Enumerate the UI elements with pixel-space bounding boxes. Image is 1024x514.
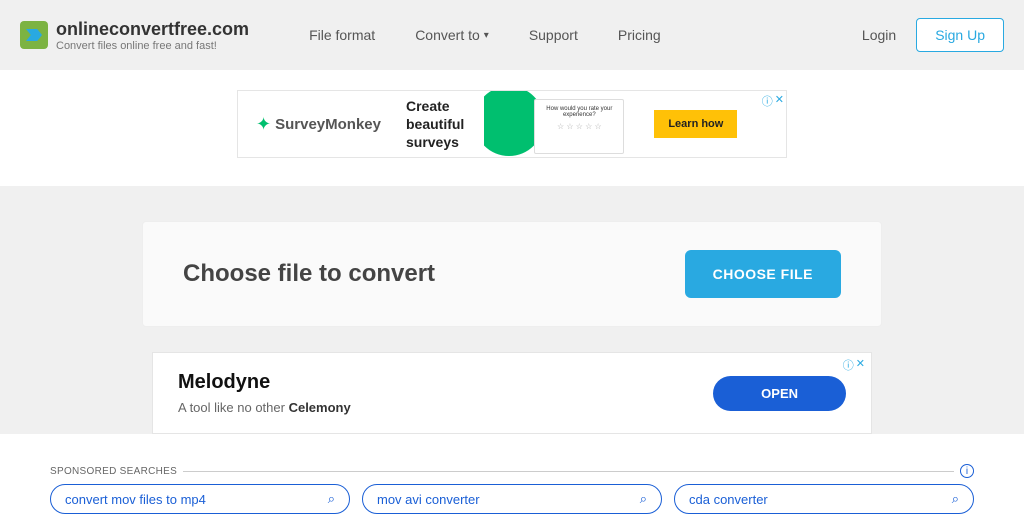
- nav-convert-to-label: Convert to: [415, 27, 480, 43]
- ad2-title: Melodyne: [178, 371, 351, 394]
- ad-close-icon[interactable]: ✕: [775, 93, 784, 109]
- ad2-subtitle: A tool like no other Celemony: [178, 400, 351, 415]
- ad2-close-controls: ⓘ ✕: [843, 357, 865, 373]
- chevron-down-icon: ▾: [484, 30, 489, 41]
- ad2-text: Melodyne A tool like no other Celemony: [178, 371, 351, 415]
- ad-info-icon[interactable]: ⓘ: [762, 93, 773, 109]
- search-icon: ⌕: [640, 491, 647, 507]
- upload-card: Choose file to convert CHOOSE FILE: [142, 221, 882, 327]
- brand-tagline: Convert files online free and fast!: [56, 40, 249, 52]
- ad-headline: Create beautiful surveys: [406, 97, 464, 152]
- nav-file-format[interactable]: File format: [309, 27, 375, 43]
- header: onlineconvertfree.com Convert files onli…: [0, 0, 1024, 70]
- ad-brand-logo: ✦ SurveyMonkey: [256, 114, 381, 135]
- main-section: Choose file to convert CHOOSE FILE ⓘ ✕ M…: [0, 186, 1024, 514]
- auth-area: Login Sign Up: [862, 18, 1004, 52]
- main-nav: File format Convert to ▾ Support Pricing: [309, 27, 661, 43]
- ad-cta-button[interactable]: Learn how: [654, 110, 737, 138]
- ad-close-controls: ⓘ ✕: [762, 93, 784, 109]
- ad2-info-icon[interactable]: ⓘ: [843, 357, 854, 373]
- logo-icon: [20, 21, 48, 49]
- sponsored-link-3[interactable]: cda converter ⌕: [674, 484, 974, 514]
- nav-convert-to[interactable]: Convert to ▾: [415, 27, 489, 43]
- choose-file-button[interactable]: CHOOSE FILE: [685, 250, 841, 298]
- star-rating-icon: ☆ ☆ ☆ ☆ ☆: [541, 122, 617, 131]
- brand-name: onlineconvertfree.com: [56, 19, 249, 40]
- login-link[interactable]: Login: [862, 27, 896, 43]
- sponsored-link-1[interactable]: convert mov files to mp4 ⌕: [50, 484, 350, 514]
- upload-title: Choose file to convert: [183, 260, 435, 288]
- signup-button[interactable]: Sign Up: [916, 18, 1004, 52]
- ad-graphic: How would you rate your experience? ☆ ☆ …: [484, 91, 634, 157]
- search-icon: ⌕: [952, 491, 959, 507]
- ad2-close-icon[interactable]: ✕: [856, 357, 865, 373]
- sponsored-header: SPONSORED SEARCHES i: [50, 464, 974, 478]
- sponsored-info-icon[interactable]: i: [960, 464, 974, 478]
- nav-support[interactable]: Support: [529, 27, 578, 43]
- search-icon: ⌕: [328, 491, 335, 507]
- sponsored-link-text: convert mov files to mp4: [65, 492, 206, 507]
- ad2-open-button[interactable]: OPEN: [713, 376, 846, 411]
- ad-graphic-card: How would you rate your experience? ☆ ☆ …: [534, 99, 624, 154]
- sponsored-label: SPONSORED SEARCHES: [50, 466, 177, 477]
- sponsored-links: convert mov files to mp4 ⌕ mov avi conve…: [50, 484, 974, 514]
- nav-pricing[interactable]: Pricing: [618, 27, 661, 43]
- brand-text: onlineconvertfree.com Convert files onli…: [56, 19, 249, 52]
- divider: [183, 471, 954, 472]
- ad-banner-top-container: ⓘ ✕ ✦ SurveyMonkey Create beautiful surv…: [0, 70, 1024, 186]
- ad-banner-middle[interactable]: ⓘ ✕ Melodyne A tool like no other Celemo…: [152, 352, 872, 434]
- surveymonkey-icon: ✦: [256, 114, 271, 135]
- ad-banner-top[interactable]: ⓘ ✕ ✦ SurveyMonkey Create beautiful surv…: [237, 90, 787, 158]
- ad-card-text: How would you rate your experience?: [541, 106, 617, 118]
- sponsored-link-text: mov avi converter: [377, 492, 480, 507]
- logo-area[interactable]: onlineconvertfree.com Convert files onli…: [20, 19, 249, 52]
- sponsored-link-2[interactable]: mov avi converter ⌕: [362, 484, 662, 514]
- sponsored-link-text: cda converter: [689, 492, 768, 507]
- sponsored-searches: SPONSORED SEARCHES i convert mov files t…: [0, 434, 1024, 514]
- ad-brand-name: SurveyMonkey: [275, 116, 381, 133]
